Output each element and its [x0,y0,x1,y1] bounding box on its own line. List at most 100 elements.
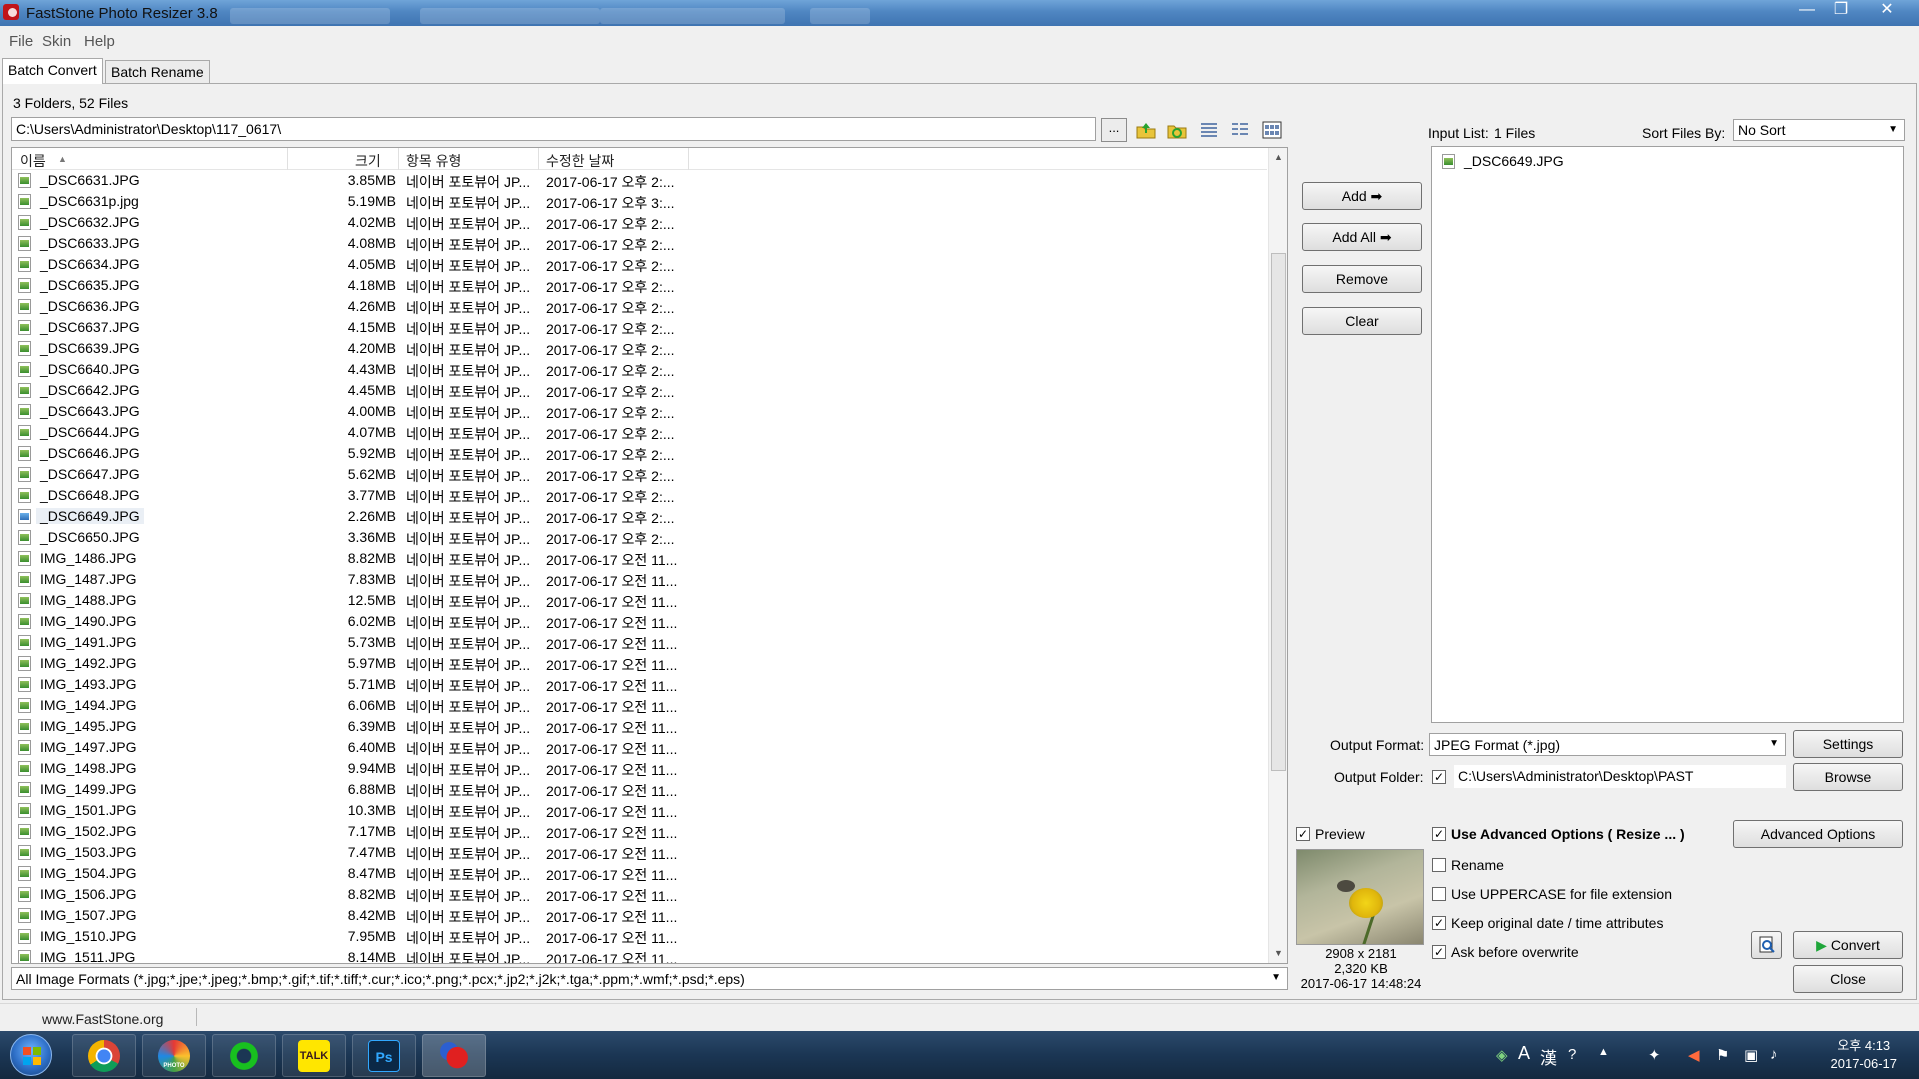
browse-output-button[interactable]: Browse [1793,763,1903,791]
file-row[interactable]: _DSC6650.JPG 3.36MB 네이버 포토뷰어 JP... 2017-06-… [12,527,1267,548]
sort-files-select[interactable]: No Sort ▼ [1733,119,1905,141]
refresh-folder-icon[interactable] [1166,120,1188,140]
file-row[interactable]: _DSC6631.JPG 3.85MB 네이버 포토뷰어 JP... 2017-06-… [12,170,1267,191]
remove-button[interactable]: Remove [1302,265,1422,293]
column-header-date[interactable]: 수정한 날짜 [546,151,614,171]
column-header-size[interactable]: 크기 [355,151,381,171]
ime-hanja-indicator[interactable]: 漢 [1540,1044,1557,1069]
scroll-down-arrow[interactable]: ▼ [1274,948,1283,958]
close-button[interactable]: Close [1793,965,1903,993]
file-list-scrollbar[interactable]: ▲ ▼ [1268,148,1287,963]
file-row[interactable]: _DSC6644.JPG 4.07MB 네이버 포토뷰어 JP... 2017-06-… [12,422,1267,443]
file-row[interactable]: IMG_1499.JPG 6.88MB 네이버 포토뷰어 JP... 2017-06-… [12,779,1267,800]
ime-language-indicator[interactable]: A [1518,1043,1530,1064]
file-row[interactable]: IMG_1490.JPG 6.02MB 네이버 포토뷰어 JP... 2017-06-… [12,611,1267,632]
file-row[interactable]: _DSC6648.JPG 3.77MB 네이버 포토뷰어 JP... 2017-06-… [12,485,1267,506]
clear-button[interactable]: Clear [1302,307,1422,335]
file-row[interactable]: _DSC6647.JPG 5.62MB 네이버 포토뷰어 JP... 2017-06-… [12,464,1267,485]
file-row[interactable]: IMG_1502.JPG 7.17MB 네이버 포토뷰어 JP... 2017-06-… [12,821,1267,842]
maximize-button[interactable]: ❐ [1824,0,1858,22]
file-row[interactable]: IMG_1510.JPG 7.95MB 네이버 포토뷰어 JP... 2017-06-… [12,926,1267,947]
details-view-icon[interactable] [1229,120,1251,140]
speaker-alert-icon[interactable]: ◀ [1688,1046,1700,1064]
file-row[interactable]: IMG_1486.JPG 8.82MB 네이버 포토뷰어 JP... 2017-06-… [12,548,1267,569]
convert-button[interactable]: ▶ Convert [1793,931,1903,959]
file-row[interactable]: IMG_1488.JPG 12.5MB 네이버 포토뷰어 JP... 2017-06-… [12,590,1267,611]
file-row[interactable]: _DSC6637.JPG 4.15MB 네이버 포토뷰어 JP... 2017-06-… [12,317,1267,338]
taskbar-photoscape[interactable]: PHOTO SCAPE [142,1034,206,1077]
file-row[interactable]: IMG_1492.JPG 5.97MB 네이버 포토뷰어 JP... 2017-06-… [12,653,1267,674]
input-list-item[interactable]: _DSC6649.JPG [1436,151,1736,172]
file-row[interactable]: IMG_1511.JPG 8.14MB 네이버 포토뷰어 JP... 2017-06-… [12,947,1267,963]
file-row[interactable]: _DSC6649.JPG 2.26MB 네이버 포토뷰어 JP... 2017-06-… [12,506,1267,527]
action-center-flag-icon[interactable]: ⚑ [1716,1046,1729,1064]
ask-overwrite-checkbox[interactable]: ✓ [1432,945,1446,959]
keep-date-checkbox[interactable]: ✓ [1432,916,1446,930]
folder-path-input[interactable]: C:\Users\Administrator\Desktop\117_0617\ [11,117,1096,141]
file-browser-list[interactable]: 이름 ▲ 크기 항목 유형 수정한 날짜 _DSC6631.JPG 3.85MB 네… [11,147,1288,964]
preview-checkbox[interactable]: ✓ [1296,827,1310,841]
file-row[interactable]: _DSC6636.JPG 4.26MB 네이버 포토뷰어 JP... 2017-06-… [12,296,1267,317]
file-row[interactable]: IMG_1491.JPG 5.73MB 네이버 포토뷰어 JP... 2017-06-… [12,632,1267,653]
browse-folder-button[interactable]: ... [1101,118,1127,142]
file-row[interactable]: _DSC6631p.jpg 5.19MB 네이버 포토뷰어 JP... 2017-06… [12,191,1267,212]
file-row[interactable]: IMG_1497.JPG 6.40MB 네이버 포토뷰어 JP... 2017-06-… [12,737,1267,758]
tray-network-status-icon[interactable]: ◈ [1496,1046,1508,1064]
network-icon[interactable]: ▣ [1744,1046,1758,1064]
tab-batch-rename[interactable]: Batch Rename [105,60,210,83]
tray-expand-icon[interactable]: ▲ [1598,1046,1609,1058]
file-row[interactable]: IMG_1503.JPG 7.47MB 네이버 포토뷰어 JP... 2017-06-… [12,842,1267,863]
list-view-icon[interactable] [1198,120,1220,140]
taskbar-photoshop[interactable]: Ps [352,1034,416,1077]
menu-skin[interactable]: Skin [42,33,71,50]
file-type-filter[interactable]: All Image Formats (*.jpg;*.jpe;*.jpeg;*.… [11,967,1288,990]
file-row[interactable]: IMG_1487.JPG 7.83MB 네이버 포토뷰어 JP... 2017-06-… [12,569,1267,590]
security-shield-icon[interactable]: ✦ [1648,1046,1661,1064]
add-button[interactable]: Add ➡ [1302,182,1422,210]
close-window-button[interactable]: ✕ [1864,0,1910,22]
tab-batch-convert[interactable]: Batch Convert [2,58,103,84]
preview-output-button[interactable] [1751,931,1782,959]
scroll-up-arrow[interactable]: ▲ [1274,152,1283,162]
output-folder-checkbox[interactable]: ✓ [1432,770,1446,784]
taskbar-chrome[interactable] [72,1034,136,1077]
file-row[interactable]: _DSC6635.JPG 4.18MB 네이버 포토뷰어 JP... 2017-06-… [12,275,1267,296]
file-row[interactable]: _DSC6632.JPG 4.02MB 네이버 포토뷰어 JP... 2017-06-… [12,212,1267,233]
uppercase-checkbox[interactable] [1432,887,1446,901]
rename-checkbox[interactable] [1432,858,1446,872]
column-header-type[interactable]: 항목 유형 [406,151,461,171]
scrollbar-thumb[interactable] [1271,253,1286,771]
add-all-button[interactable]: Add All ➡ [1302,223,1422,251]
file-row[interactable]: IMG_1498.JPG 9.94MB 네이버 포토뷰어 JP... 2017-06-… [12,758,1267,779]
menu-file[interactable]: File [9,33,33,50]
taskbar-line[interactable] [212,1034,276,1077]
file-row[interactable]: IMG_1501.JPG 10.3MB 네이버 포토뷰어 JP... 2017-06-… [12,800,1267,821]
file-row[interactable]: IMG_1506.JPG 8.82MB 네이버 포토뷰어 JP... 2017-06-… [12,884,1267,905]
advanced-options-checkbox[interactable]: ✓ [1432,827,1446,841]
column-header-name[interactable]: 이름 [20,151,46,171]
website-link[interactable]: www.FastStone.org [42,1011,163,1027]
help-icon[interactable]: ? [1568,1046,1576,1063]
file-row[interactable]: _DSC6642.JPG 4.45MB 네이버 포토뷰어 JP... 2017-06-… [12,380,1267,401]
folder-up-icon[interactable] [1135,120,1157,140]
start-button[interactable] [10,1034,52,1076]
file-row[interactable]: IMG_1494.JPG 6.06MB 네이버 포토뷰어 JP... 2017-06-… [12,695,1267,716]
advanced-options-button[interactable]: Advanced Options [1733,820,1903,848]
file-row[interactable]: _DSC6643.JPG 4.00MB 네이버 포토뷰어 JP... 2017-06-… [12,401,1267,422]
file-row[interactable]: IMG_1493.JPG 5.71MB 네이버 포토뷰어 JP... 2017-06-… [12,674,1267,695]
input-file-list[interactable]: _DSC6649.JPG [1431,146,1904,723]
volume-icon[interactable]: ♪ [1770,1046,1778,1063]
minimize-button[interactable]: — [1790,0,1824,22]
file-row[interactable]: _DSC6634.JPG 4.05MB 네이버 포토뷰어 JP... 2017-06-… [12,254,1267,275]
taskbar-faststone[interactable] [422,1034,486,1077]
settings-button[interactable]: Settings [1793,730,1903,758]
output-format-select[interactable]: JPEG Format (*.jpg) ▼ [1429,733,1786,756]
file-row[interactable]: IMG_1504.JPG 8.47MB 네이버 포토뷰어 JP... 2017-06-… [12,863,1267,884]
menu-help[interactable]: Help [84,33,115,50]
file-row[interactable]: IMG_1495.JPG 6.39MB 네이버 포토뷰어 JP... 2017-06-… [12,716,1267,737]
system-clock[interactable]: 오후 4:13 2017-06-17 [1831,1037,1898,1073]
output-folder-input[interactable]: C:\Users\Administrator\Desktop\PAST [1454,765,1786,788]
file-row[interactable]: _DSC6646.JPG 5.92MB 네이버 포토뷰어 JP... 2017-06-… [12,443,1267,464]
file-row[interactable]: _DSC6640.JPG 4.43MB 네이버 포토뷰어 JP... 2017-06-… [12,359,1267,380]
file-row[interactable]: _DSC6639.JPG 4.20MB 네이버 포토뷰어 JP... 2017-06-… [12,338,1267,359]
